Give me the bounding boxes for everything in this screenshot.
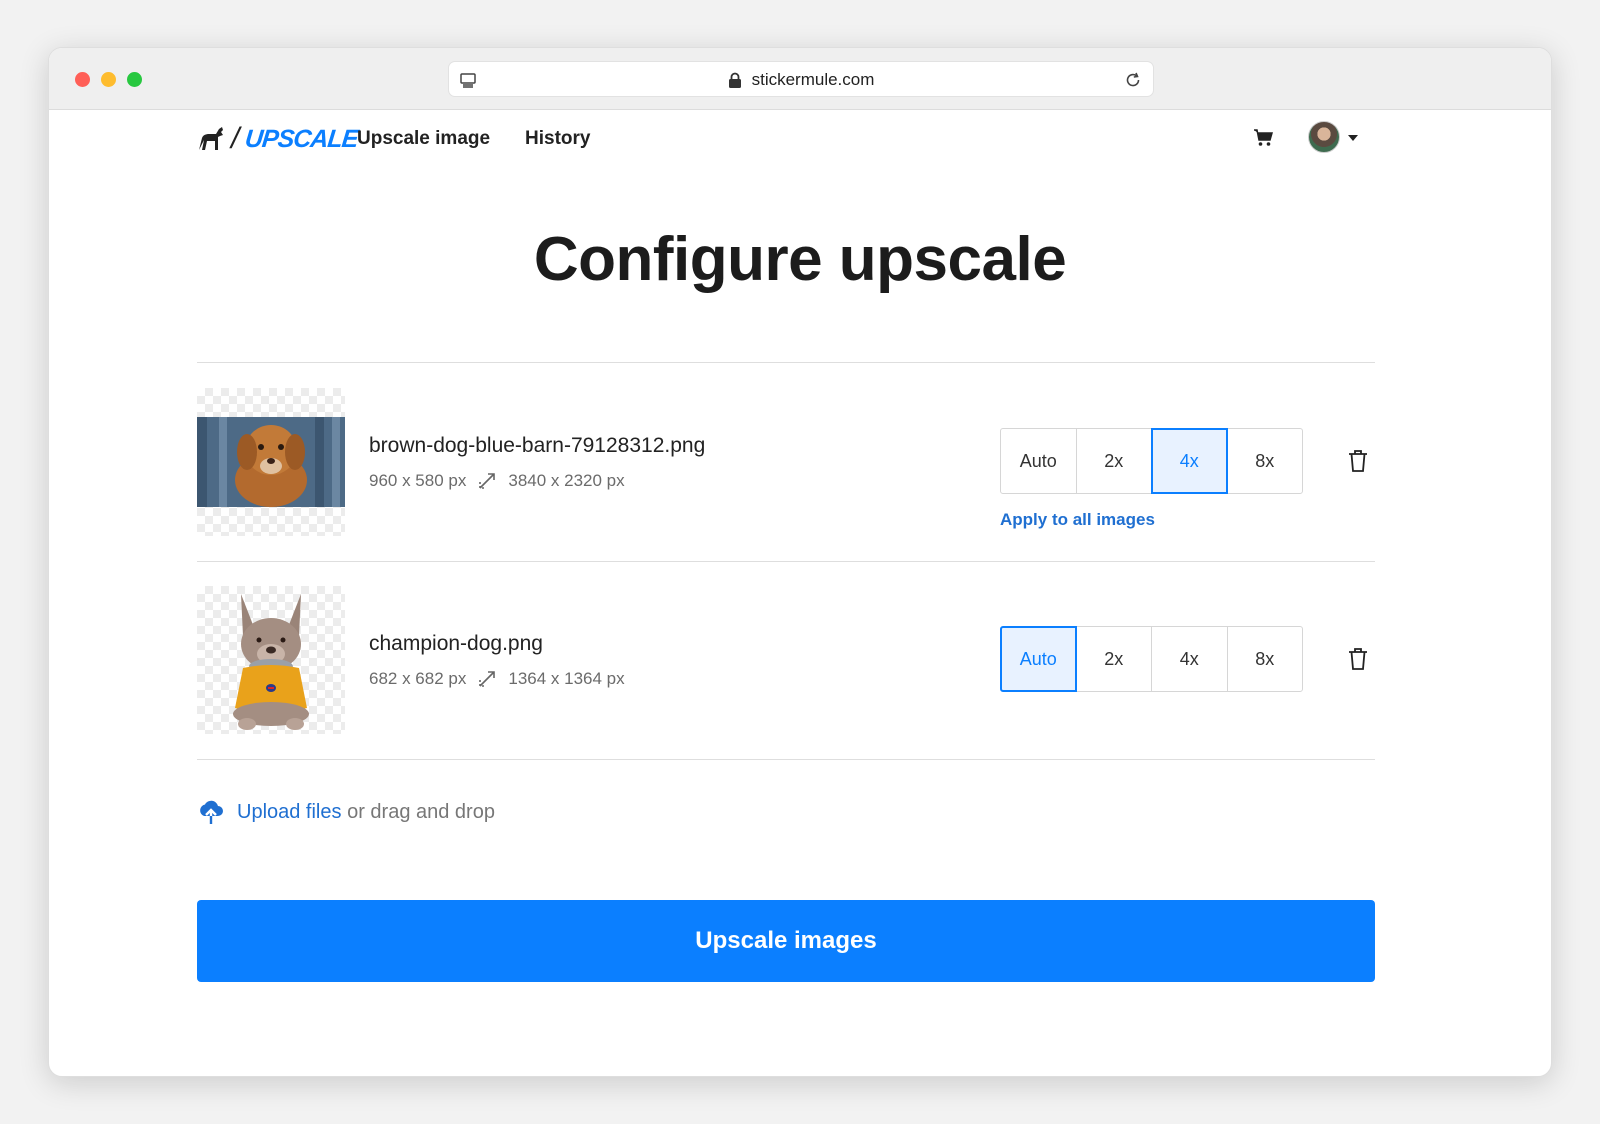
- upscale-images-button[interactable]: Upscale images: [197, 900, 1375, 982]
- nav-upscale-image-link[interactable]: Upscale image: [357, 128, 490, 150]
- top-nav: / UPSCALE Upscale image History: [49, 110, 1551, 166]
- image-filename: champion-dog.png: [369, 632, 543, 655]
- account-dropdown-icon[interactable]: [1348, 135, 1358, 141]
- lock-icon: [728, 72, 741, 88]
- image-row: champion-dog.png 682 x 682 px 1364 x 136…: [197, 586, 1375, 734]
- divider: [197, 561, 1375, 562]
- user-avatar[interactable]: [1308, 121, 1340, 153]
- scale-option-auto[interactable]: Auto: [1000, 428, 1077, 494]
- scale-selector: Auto 2x 4x 8x: [1000, 626, 1306, 692]
- scale-option-4x[interactable]: 4x: [1151, 626, 1228, 692]
- upscaled-size: 1364 x 1364 px: [508, 669, 625, 688]
- mule-logo-icon: [199, 127, 223, 150]
- cloud-upload-icon: [200, 800, 223, 824]
- scale-option-4x[interactable]: 4x: [1151, 428, 1228, 494]
- logo-wordmark: UPSCALE: [243, 124, 360, 153]
- divider: [197, 362, 1375, 363]
- upload-hint: or drag and drop: [347, 800, 495, 823]
- scale-option-2x[interactable]: 2x: [1075, 428, 1152, 494]
- image-dimensions: 960 x 580 px 3840 x 2320 px: [369, 471, 625, 491]
- original-size: 682 x 682 px: [369, 669, 467, 688]
- image-row: brown-dog-blue-barn-79128312.png 960 x 5…: [197, 388, 1375, 536]
- dog-photo-image: [197, 417, 345, 507]
- upscaled-size: 3840 x 2320 px: [508, 471, 625, 490]
- upscale-logo[interactable]: / UPSCALE: [197, 122, 360, 156]
- page-title: Configure upscale: [533, 225, 1067, 294]
- scale-selector: Auto 2x 4x 8x: [1000, 428, 1306, 494]
- scale-option-auto[interactable]: Auto: [1000, 626, 1077, 692]
- trash-icon[interactable]: [1347, 647, 1369, 671]
- image-filename: brown-dog-blue-barn-79128312.png: [369, 434, 706, 457]
- image-thumbnail: [197, 586, 345, 734]
- image-dimensions: 682 x 682 px 1364 x 1364 px: [369, 669, 625, 689]
- original-size: 960 x 580 px: [369, 471, 467, 490]
- bulldog-image: [233, 594, 309, 730]
- resize-arrow-icon: [479, 671, 496, 687]
- minimize-window-button[interactable]: [101, 72, 116, 87]
- resize-arrow-icon: [479, 473, 496, 489]
- scale-option-8x[interactable]: 8x: [1226, 428, 1303, 494]
- browser-titlebar: stickermule.com: [49, 48, 1551, 110]
- nav-history-link[interactable]: History: [525, 128, 590, 150]
- upload-area[interactable]: Upload files or drag and drop: [197, 799, 495, 825]
- scale-option-2x[interactable]: 2x: [1075, 626, 1152, 692]
- image-thumbnail: [197, 388, 345, 536]
- url-text: stickermule.com: [751, 70, 875, 89]
- upload-files-link[interactable]: Upload files: [237, 801, 342, 823]
- browser-window: stickermule.com / UPSCALE Upscale image …: [48, 47, 1552, 1077]
- scale-option-8x[interactable]: 8x: [1226, 626, 1303, 692]
- trash-icon[interactable]: [1347, 449, 1369, 473]
- logo-slash: /: [231, 122, 240, 155]
- reload-icon[interactable]: [1123, 70, 1143, 90]
- cart-icon[interactable]: [1253, 128, 1275, 148]
- close-window-button[interactable]: [75, 72, 90, 87]
- address-bar[interactable]: stickermule.com: [448, 61, 1154, 97]
- divider: [197, 759, 1375, 760]
- apply-to-all-link[interactable]: Apply to all images: [1000, 510, 1155, 530]
- zoom-window-button[interactable]: [127, 72, 142, 87]
